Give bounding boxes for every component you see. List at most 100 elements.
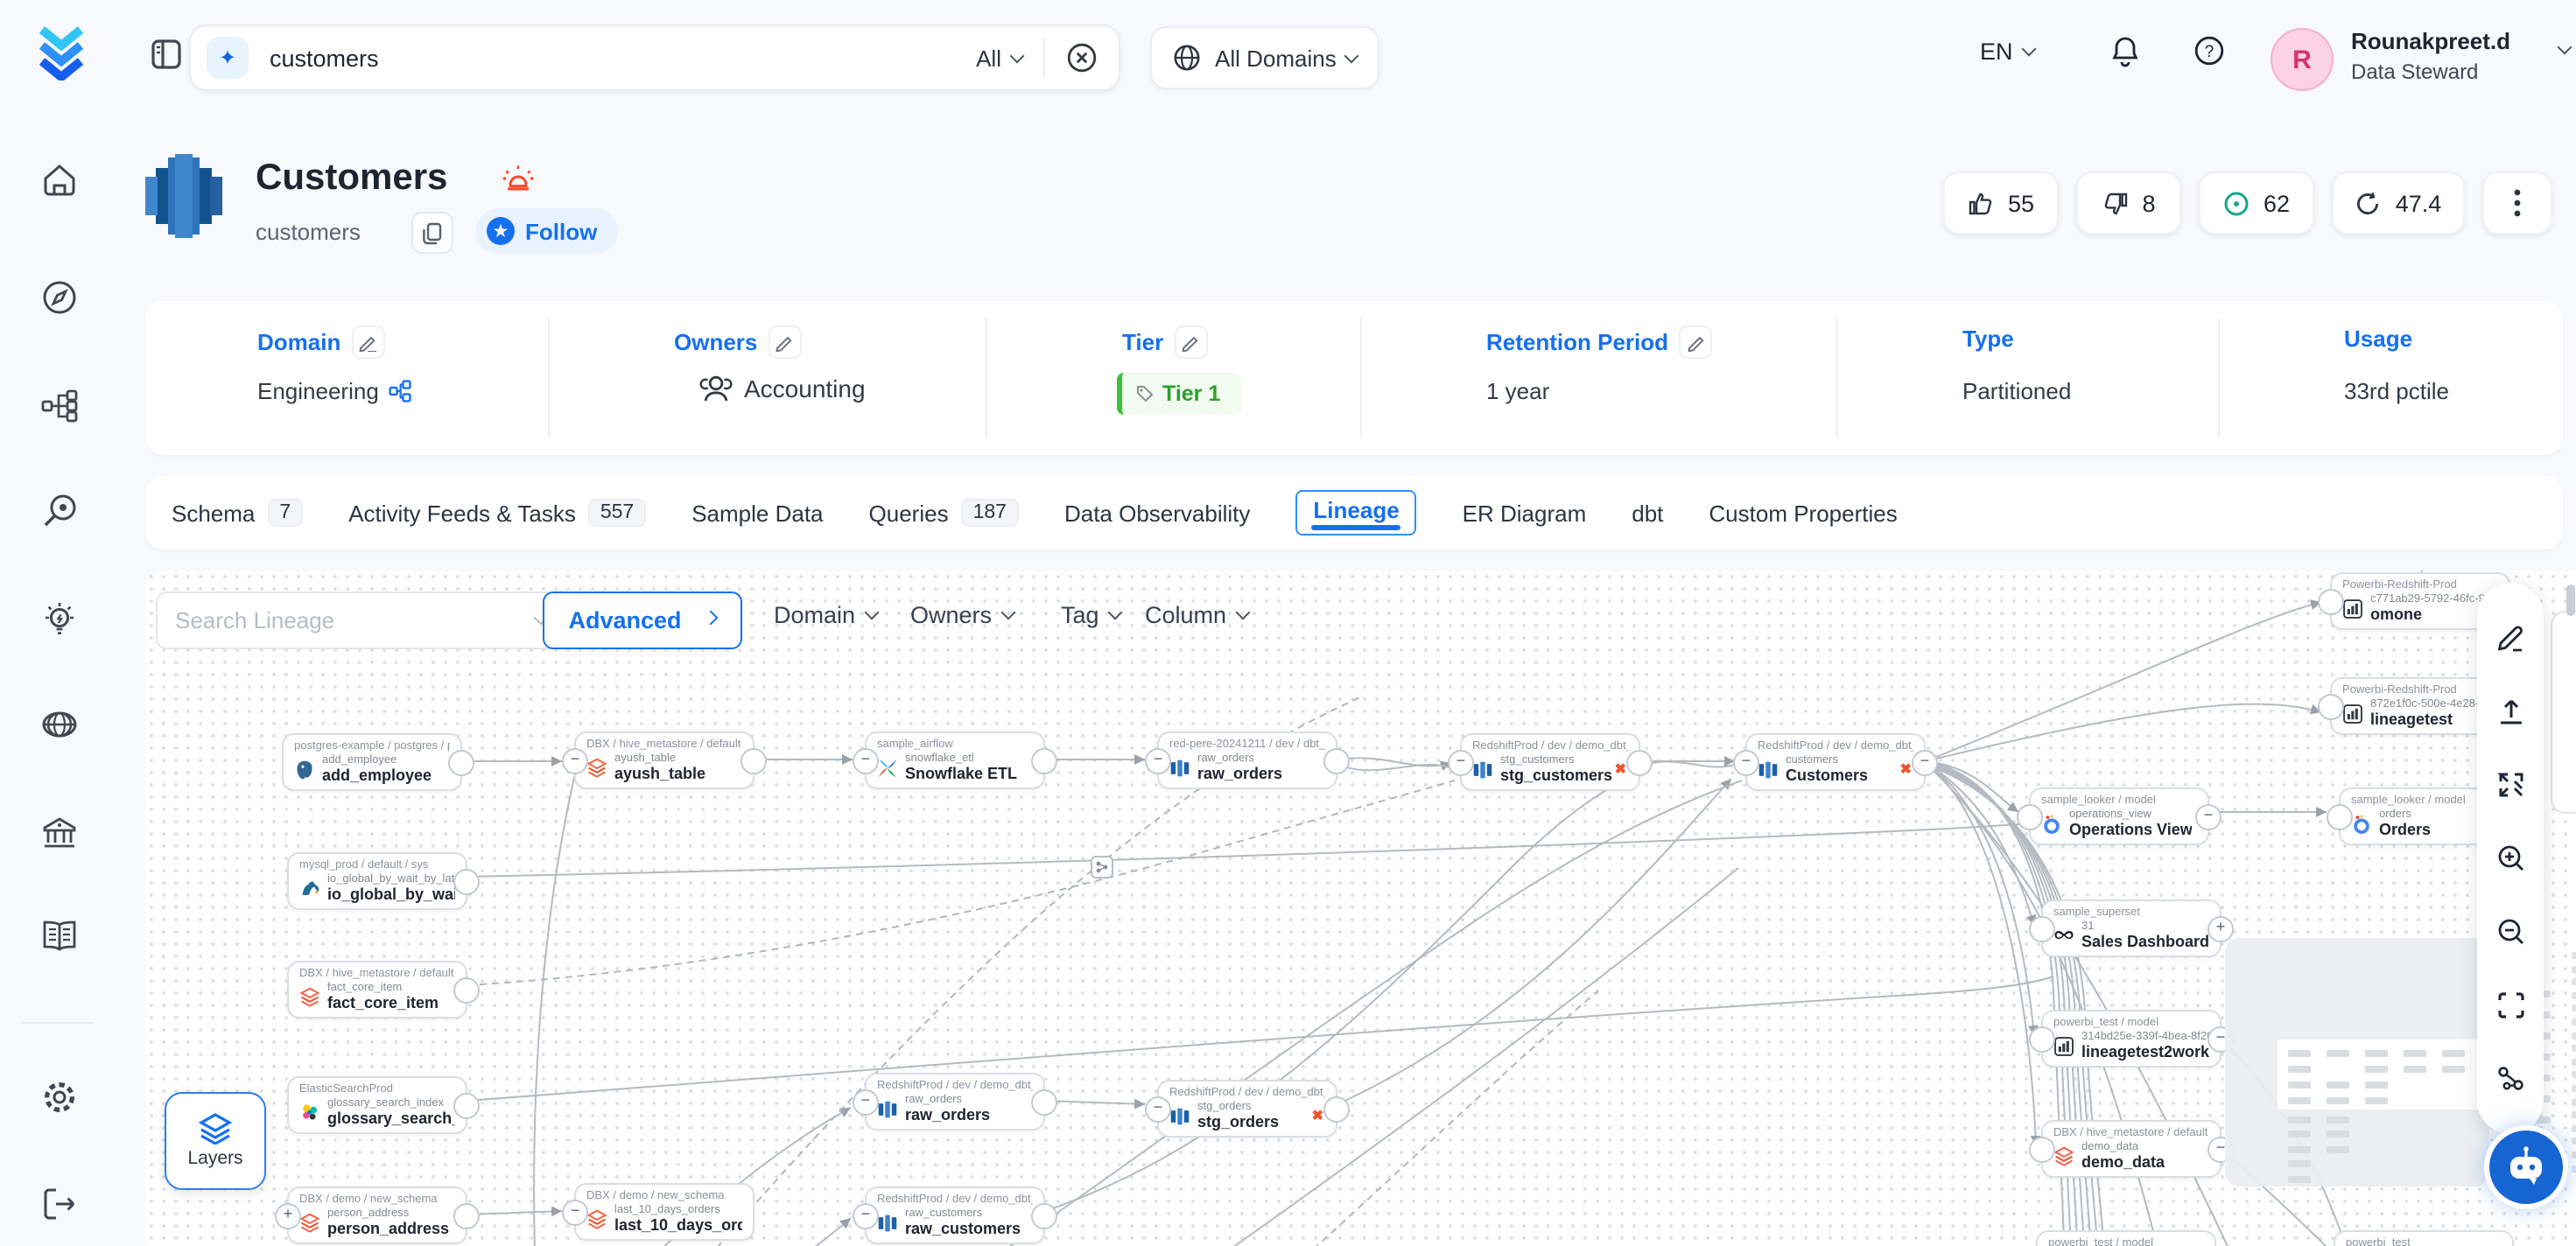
lineage-node-sales_dashboard[interactable]: sample_superset 31 Sales Dashboard + — [2041, 900, 2222, 957]
right-handle[interactable] — [453, 868, 480, 894]
right-handle[interactable] — [741, 747, 767, 774]
filter-domain[interactable]: Domain — [774, 602, 876, 628]
search-input[interactable]: customers — [270, 45, 976, 71]
left-handle[interactable] — [2327, 803, 2353, 830]
search-scope-dropdown[interactable]: All — [976, 45, 1022, 71]
edit-icon[interactable] — [1174, 326, 1207, 359]
lineage-minimap[interactable] — [2225, 938, 2489, 1186]
edit-icon[interactable] — [768, 326, 801, 359]
owners-label[interactable]: Owners — [674, 326, 801, 359]
right-handle[interactable] — [1031, 747, 1057, 774]
lineage-node-glossary_search_index[interactable]: ElasticSearchProd glossary_search_index … — [287, 1076, 467, 1134]
domain-label[interactable]: Domain — [257, 326, 384, 359]
fit-view-icon[interactable] — [2495, 991, 2525, 1021]
language-selector[interactable]: EN — [1980, 38, 2034, 65]
explore-compass-icon[interactable] — [40, 278, 79, 317]
left-minus-handle[interactable]: − — [853, 1088, 879, 1115]
kebab-menu-button[interactable] — [2482, 172, 2552, 234]
sidebar-toggle-icon[interactable] — [151, 38, 182, 70]
export-icon[interactable] — [2495, 696, 2525, 725]
lineage-node-stg_orders[interactable]: RedshiftProd / dev / demo_dbt_jaffle stg… — [1157, 1080, 1337, 1138]
help-icon[interactable]: ? — [2193, 35, 2225, 66]
left-minus-handle[interactable]: − — [853, 1202, 879, 1228]
chatbot-button[interactable] — [2489, 1130, 2563, 1204]
edit-pencil-icon[interactable] — [2495, 622, 2525, 652]
lineage-node-powerbi_test_cut[interactable]: powerbi_test — [2334, 1230, 2514, 1246]
left-handle[interactable] — [2029, 1136, 2055, 1162]
left-handle[interactable] — [2029, 1026, 2055, 1052]
follow-button[interactable]: ★ Follow — [476, 208, 618, 254]
right-handle[interactable] — [453, 1092, 480, 1118]
tab-activity-feeds[interactable]: Activity Feeds & Tasks557 — [348, 499, 646, 527]
right-handle[interactable] — [448, 749, 474, 775]
owners-value[interactable]: Accounting — [698, 371, 866, 406]
lineage-node-last_10_days_orders[interactable]: DBX / demo / new_schema last_10_days_ord… — [574, 1183, 755, 1241]
lineage-flow-icon[interactable] — [40, 387, 79, 425]
right-handle[interactable] — [1031, 1202, 1057, 1228]
domain-value[interactable]: Engineering — [257, 378, 412, 404]
lineage-node-raw_orders_top[interactable]: red-pere-20241211 / dev / dbt_jaffle raw… — [1157, 732, 1337, 789]
insights-bulb-icon[interactable] — [40, 600, 79, 639]
tab-queries[interactable]: Queries187 — [869, 499, 1019, 527]
avatar[interactable]: R — [2271, 28, 2334, 91]
lineage-node-snowflake_etl[interactable]: sample_airflow snowflake_etl Snowflake E… — [865, 732, 1045, 789]
lineage-node-add_employee[interactable]: postgres-example / postgres / production… — [282, 733, 462, 791]
advanced-search-button[interactable]: Advanced — [543, 592, 742, 649]
govern-bank-icon[interactable] — [40, 814, 79, 852]
left-minus-handle[interactable]: − — [562, 747, 588, 774]
views-button[interactable]: 62 — [2199, 172, 2314, 234]
sparkle-icon[interactable]: ✦ — [207, 37, 249, 79]
left-handle[interactable] — [2318, 588, 2344, 614]
pipeline-edge-icon[interactable] — [1091, 856, 1113, 878]
lineage-node-powerbi_test_model_cut[interactable]: powerbi_test / model — [2036, 1230, 2216, 1246]
lineage-node-demo_data[interactable]: DBX / hive_metastore / default demo_data… — [2041, 1120, 2222, 1178]
zoom-in-icon[interactable] — [2495, 844, 2525, 873]
tab-data-observability[interactable]: Data Observability — [1064, 500, 1250, 526]
lineage-node-person_address[interactable]: DBX / demo / new_schema person_address p… — [287, 1186, 467, 1244]
lineage-node-ayush_table[interactable]: DBX / hive_metastore / default ayush_tab… — [574, 732, 755, 789]
lineage-node-customers[interactable]: RedshiftProd / dev / demo_dbt_jaffle cus… — [1745, 733, 1926, 791]
tab-dbt[interactable]: dbt — [1632, 500, 1663, 526]
lineage-node-lineagetest2work[interactable]: powerbi_test / model 314bd25e-339f-4bea-… — [2041, 1010, 2222, 1068]
right-handle[interactable] — [1031, 1088, 1057, 1115]
profile-chevron-icon[interactable] — [2558, 40, 2572, 55]
upvote-button[interactable]: 55 — [1943, 172, 2059, 234]
scrollbar-thumb[interactable] — [2566, 584, 2575, 616]
observability-search-icon[interactable] — [40, 492, 79, 530]
edit-icon[interactable] — [1679, 326, 1712, 359]
tier-chip[interactable]: Tier 1 — [1117, 373, 1241, 415]
domains-globe-icon[interactable] — [40, 705, 79, 744]
filter-owners[interactable]: Owners — [910, 602, 1013, 628]
lineage-search-input[interactable]: Search Lineage — [156, 592, 565, 649]
tier-label[interactable]: Tier — [1122, 326, 1207, 359]
right-handle[interactable] — [453, 1202, 480, 1228]
score-button[interactable]: 47.4 — [2332, 172, 2465, 234]
filter-column[interactable]: Column — [1145, 602, 1247, 628]
bell-icon[interactable] — [2109, 35, 2141, 68]
glossary-book-icon[interactable] — [40, 917, 79, 956]
lineage-node-stg_customers[interactable]: RedshiftProd / dev / demo_dbt_jaffle stg… — [1460, 733, 1640, 791]
settings-gear-icon[interactable] — [40, 1078, 79, 1116]
lineage-node-fact_core_item[interactable]: DBX / hive_metastore / default fact_core… — [287, 961, 467, 1018]
left-handle[interactable] — [2318, 693, 2344, 719]
home-icon[interactable] — [40, 161, 79, 200]
left-minus-handle[interactable]: − — [1145, 1096, 1171, 1122]
left-minus-handle[interactable]: − — [1448, 749, 1474, 775]
retention-label[interactable]: Retention Period — [1486, 326, 1712, 359]
tab-schema[interactable]: Schema7 — [172, 499, 303, 527]
lineage-node-raw_customers[interactable]: RedshiftProd / dev / demo_dbt_jaffle raw… — [865, 1186, 1045, 1244]
lineage-node-io_global_by_wait_by_latency[interactable]: mysql_prod / default / sys io_global_by_… — [287, 852, 467, 910]
copy-icon[interactable] — [411, 212, 453, 254]
left-handle[interactable] — [2029, 915, 2055, 942]
right-minus-handle[interactable]: − — [1912, 749, 1938, 775]
tab-lineage[interactable]: Lineage — [1295, 490, 1416, 536]
global-search-bar[interactable]: ✦ customers All — [189, 24, 1120, 91]
right-handle[interactable] — [453, 976, 480, 1003]
left-minus-handle[interactable]: − — [1145, 747, 1171, 774]
lineage-node-raw_orders[interactable]: RedshiftProd / dev / demo_dbt_jaffle raw… — [865, 1073, 1045, 1130]
right-plus-handle[interactable]: + — [2207, 915, 2234, 942]
left-handle[interactable] — [2017, 803, 2043, 830]
layers-button[interactable]: Layers — [165, 1092, 266, 1190]
all-domains-button[interactable]: All Domains — [1150, 26, 1380, 89]
lineage-canvas[interactable]: postgres-example / postgres / production… — [145, 570, 2576, 1246]
